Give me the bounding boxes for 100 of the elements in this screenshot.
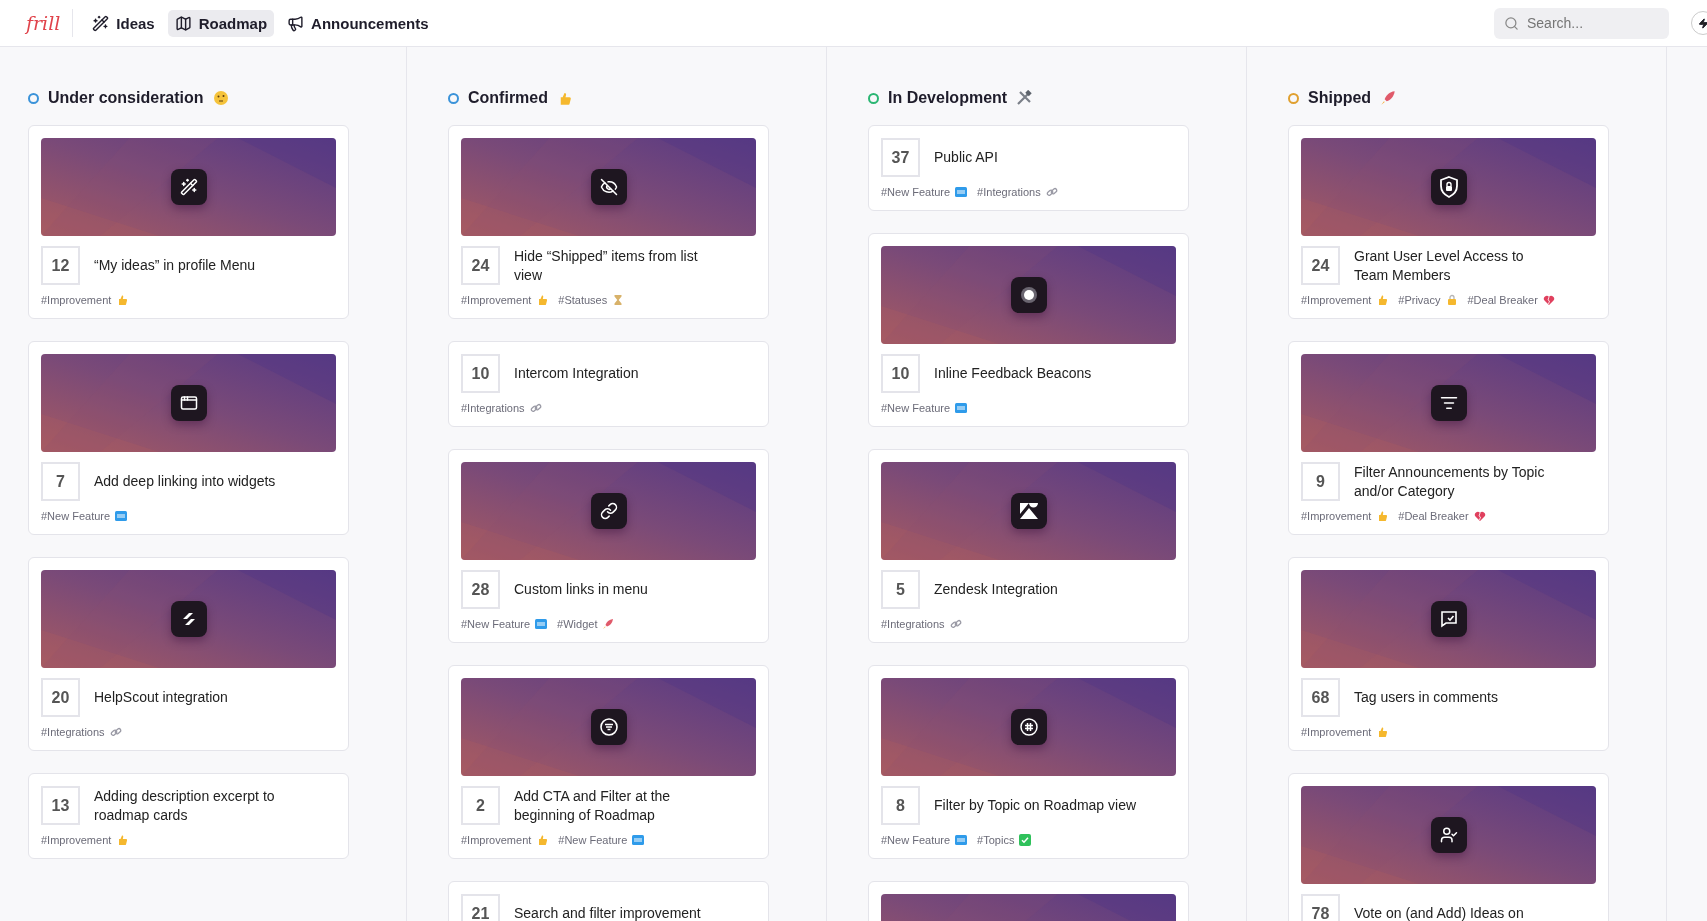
tag-label: #Improvement <box>1301 510 1372 522</box>
vote-count[interactable]: 21 <box>461 894 500 921</box>
idea-card[interactable]: 7 Add deep linking into widgets #New Feature <box>28 341 349 535</box>
idea-card[interactable]: 37 Public API #New Feature #Integrations <box>868 125 1189 211</box>
vote-count[interactable]: 7 <box>41 462 80 501</box>
new-label-icon <box>955 186 968 198</box>
link-icon <box>949 618 962 630</box>
thumbs-up-icon <box>1376 510 1389 522</box>
tag-label: #New Feature <box>558 834 628 846</box>
thumbs-up-icon <box>1376 294 1389 306</box>
idea-card[interactable]: 5 Zendesk Integration #Integrations <box>868 449 1189 643</box>
idea-card[interactable]: 21 Search and filter improvement <box>448 881 769 921</box>
tag-label: #Improvement <box>461 834 532 846</box>
idea-card[interactable]: 12 “My ideas” in profile Menu #Improvement <box>28 125 349 319</box>
wand-icon <box>179 178 198 196</box>
card-title: Vote on (and Add) Ideas on <box>1354 904 1524 921</box>
tag-label: #Privacy <box>1398 294 1441 306</box>
wand-icon <box>92 14 110 32</box>
card-title: Hide “Shipped” items from list view <box>514 246 699 285</box>
card-title: Add CTA and Filter at the beginning of Roadmap <box>514 786 672 825</box>
shield-lock-icon <box>1438 176 1459 198</box>
tag-label: #Improvement <box>461 294 532 306</box>
idea-card[interactable]: 2 Add CTA and Filter at the beginning of Roadmap #Improvement #New Feature <box>448 665 769 859</box>
vote-count[interactable]: 10 <box>881 354 920 393</box>
tag-label: #Improvement <box>41 294 112 306</box>
column-title: In Development <box>888 89 1008 107</box>
vote-count[interactable]: 24 <box>461 246 500 285</box>
tag-label: #New Feature <box>461 618 531 630</box>
idea-card[interactable]: 10 Intercom Integration #Integrations <box>448 341 769 427</box>
tag-label: #Statuses <box>558 294 608 306</box>
lightning-icon <box>1697 17 1707 29</box>
tag-label: #New Feature <box>41 510 111 522</box>
idea-card[interactable]: 24 Grant User Level Access to Team Members #Improvement #Privacy #Deal Breaker <box>1288 125 1609 319</box>
vote-count[interactable]: 20 <box>41 678 80 717</box>
column-title: Under consideration <box>48 89 204 107</box>
idea-card[interactable]: 13 Adding description excerpt to roadmap cards #Improvement <box>28 773 349 859</box>
logo[interactable]: frill <box>26 9 74 37</box>
nav-tab[interactable]: Roadmap <box>167 9 275 37</box>
card-title: Tag users in comments <box>1354 688 1498 707</box>
idea-card[interactable]: 9 Filter Announcements by Topic and/or Category #Improvement #Deal Breaker <box>1288 341 1609 535</box>
thumbs-up-icon <box>536 834 549 846</box>
idea-card[interactable]: 20 HelpScout integration #Integrations <box>28 557 349 751</box>
check-mark-icon <box>1019 834 1032 846</box>
thumbs-up-icon <box>116 294 129 306</box>
new-label-icon <box>955 402 968 414</box>
thumbs-up-icon <box>1376 726 1389 738</box>
filter-icon <box>1439 394 1458 412</box>
column-title: Shipped <box>1308 89 1372 107</box>
vote-count[interactable]: 24 <box>1301 246 1340 285</box>
rocket-icon <box>1380 90 1397 106</box>
nav-tab[interactable]: Ideas <box>85 9 162 37</box>
vote-count[interactable]: 10 <box>461 354 500 393</box>
card-title: Intercom Integration <box>514 364 639 383</box>
broken-heart-icon <box>1473 510 1486 522</box>
tag-label: #Improvement <box>1301 294 1372 306</box>
broken-heart-icon <box>1542 294 1555 306</box>
vote-count[interactable]: 8 <box>881 786 920 825</box>
thumbs-up-icon <box>536 294 549 306</box>
message-check-icon <box>1438 609 1459 629</box>
idea-card[interactable]: 78 Vote on (and Add) Ideas on <box>1288 773 1609 921</box>
link-icon <box>1045 186 1058 198</box>
idea-card[interactable]: 10 Inline Feedback Beacons #New Feature <box>868 233 1189 427</box>
filter-circle-icon <box>598 717 619 737</box>
card-title: HelpScout integration <box>94 688 228 707</box>
search-field[interactable]: Search... <box>1494 7 1669 39</box>
idea-card[interactable]: 8 Filter by Topic on Roadmap view #New Feature #Topics <box>868 665 1189 859</box>
idea-card[interactable]: 28 Custom links in menu #New Feature #Widget <box>448 449 769 643</box>
vote-count[interactable]: 28 <box>461 570 500 609</box>
beacon-icon <box>1018 285 1039 305</box>
card-title: Filter Announcements by Topic and/or Category <box>1354 462 1546 501</box>
rocket-icon <box>602 618 615 630</box>
nav-tab[interactable]: Announcements <box>280 9 436 37</box>
tools-icon <box>1016 90 1033 106</box>
tag-label: #Integrations <box>977 186 1041 198</box>
tag-label: #Improvement <box>41 834 112 846</box>
vote-count[interactable]: 78 <box>1301 894 1340 921</box>
map-icon <box>174 14 192 32</box>
tag-label: #Topics <box>977 834 1015 846</box>
vote-count[interactable]: 2 <box>461 786 500 825</box>
vote-count[interactable]: 13 <box>41 786 80 825</box>
card-title: Grant User Level Access to Team Members <box>1354 246 1525 285</box>
idea-card[interactable]: 24 Hide “Shipped” items from list view #Improvement #Statuses <box>448 125 769 319</box>
tag-label: #Integrations <box>881 618 945 630</box>
vote-count[interactable]: 9 <box>1301 462 1340 501</box>
tag-label: #Deal Breaker <box>1467 294 1538 306</box>
link-icon <box>599 502 618 520</box>
vote-count[interactable]: 68 <box>1301 678 1340 717</box>
thinking-face-icon <box>212 90 229 106</box>
zendesk-icon <box>1018 502 1039 520</box>
card-title: Filter by Topic on Roadmap view <box>934 796 1137 815</box>
card-title: Zendesk Integration <box>934 580 1058 599</box>
hourglass-icon <box>612 294 625 306</box>
vote-count[interactable]: 37 <box>881 138 920 177</box>
idea-card[interactable]: 68 Tag users in comments #Improvement <box>1288 557 1609 751</box>
tag-label: #New Feature <box>881 402 951 414</box>
vote-count[interactable]: 5 <box>881 570 920 609</box>
vote-count[interactable]: 12 <box>41 246 80 285</box>
search-icon <box>1504 15 1519 31</box>
hash-circle-icon <box>1018 717 1039 737</box>
card-title: Custom links in menu <box>514 580 648 599</box>
